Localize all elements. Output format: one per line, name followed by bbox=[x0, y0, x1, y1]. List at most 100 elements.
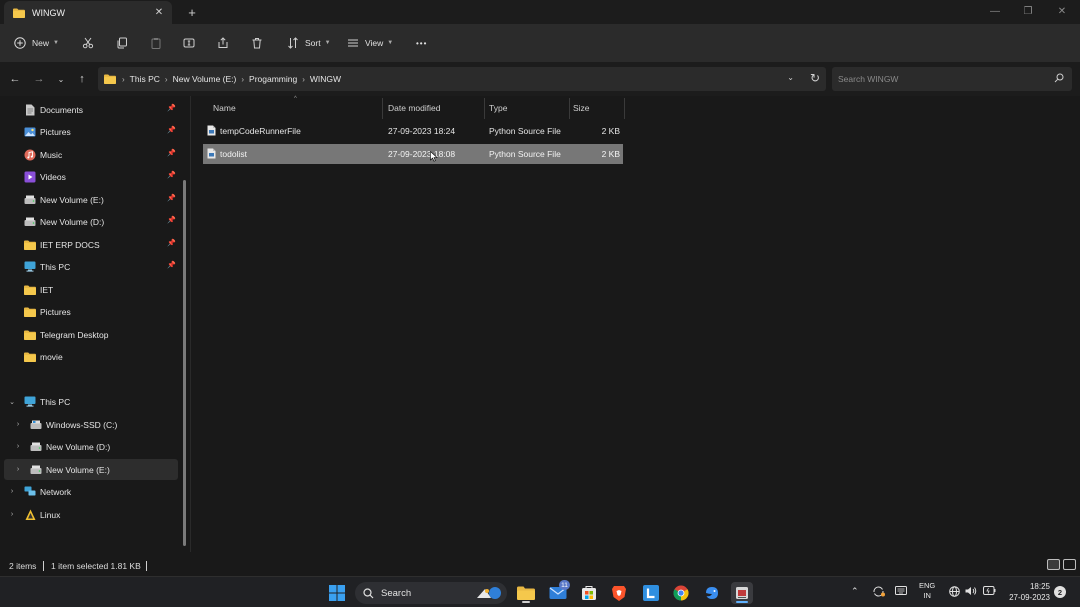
sidebar-item-iet-erp-docs[interactable]: IET ERP DOCS 📌 bbox=[4, 234, 178, 255]
file-row-tempcoderunnerfile[interactable]: tempCodeRunnerFile 27-09-2023 18:24 Pyth… bbox=[203, 121, 623, 141]
sidebar-item-new-volume-d-tree[interactable]: › New Volume (D:) bbox=[4, 436, 178, 457]
sidebar-item-linux[interactable]: › Linux bbox=[4, 504, 178, 525]
taskbar-active-app[interactable] bbox=[731, 582, 753, 604]
close-button[interactable]: ✕ bbox=[1047, 3, 1077, 19]
breadcrumb-progamming[interactable]: Progamming bbox=[249, 74, 297, 84]
taskbar-brave[interactable] bbox=[608, 582, 630, 604]
chevron-right-icon[interactable]: › bbox=[165, 75, 168, 84]
sidebar-item-new-volume-e[interactable]: New Volume (E:) 📌 bbox=[4, 189, 178, 210]
share-button[interactable] bbox=[217, 34, 229, 52]
sidebar-item-pictures[interactable]: Pictures 📌 bbox=[4, 121, 178, 142]
file-row-todolist[interactable]: todolist 27-09-2023 18:08 Python Source … bbox=[203, 144, 623, 164]
column-header-type[interactable]: Type bbox=[489, 103, 507, 113]
volume-icon[interactable] bbox=[965, 586, 977, 596]
sort-button[interactable]: Sort ▼ bbox=[287, 34, 331, 52]
forward-button[interactable]: → bbox=[31, 71, 47, 87]
search-input[interactable] bbox=[838, 74, 1038, 84]
taskbar-chrome[interactable] bbox=[670, 582, 692, 604]
battery-icon[interactable] bbox=[983, 586, 996, 595]
sidebar-item-network[interactable]: › Network bbox=[4, 481, 178, 502]
sidebar-item-label: This PC bbox=[40, 396, 71, 407]
sidebar-item-new-volume-d[interactable]: New Volume (D:) 📌 bbox=[4, 211, 178, 232]
breadcrumb-new-volume-e[interactable]: New Volume (E:) bbox=[173, 74, 237, 84]
start-button[interactable] bbox=[326, 582, 348, 604]
column-divider[interactable] bbox=[624, 98, 625, 119]
delete-button[interactable] bbox=[251, 34, 263, 52]
notification-badge[interactable]: 2 bbox=[1054, 586, 1066, 598]
breadcrumb-wingw[interactable]: WINGW bbox=[310, 74, 341, 84]
status-bar: 2 items 1 item selected 1.81 KB bbox=[0, 552, 1080, 576]
sidebar-item-this-pc[interactable]: ⌄ This PC bbox=[4, 391, 178, 412]
taskbar-blue-bird-app[interactable] bbox=[701, 582, 723, 604]
column-divider[interactable] bbox=[569, 98, 570, 119]
view-button[interactable]: View ▼ bbox=[347, 34, 393, 52]
minimize-button[interactable]: — bbox=[980, 3, 1010, 19]
taskbar-mail[interactable]: 11 bbox=[547, 580, 570, 604]
sidebar-item-new-volume-e-tree[interactable]: › New Volume (E:) bbox=[4, 459, 178, 480]
sidebar-item-pictures-folder[interactable]: Pictures bbox=[4, 301, 178, 322]
address-bar[interactable]: › This PC › New Volume (E:) › Progamming… bbox=[98, 67, 826, 91]
sidebar-item-videos[interactable]: Videos 📌 bbox=[4, 166, 178, 187]
sidebar-item-music[interactable]: Music 📌 bbox=[4, 144, 178, 165]
chevron-right-icon[interactable]: › bbox=[12, 421, 24, 428]
taskbar-search[interactable]: Search bbox=[355, 582, 507, 604]
taskbar-store[interactable] bbox=[578, 582, 600, 604]
taskbar-file-explorer[interactable] bbox=[515, 582, 537, 604]
column-header-name[interactable]: Name bbox=[213, 103, 236, 113]
column-divider[interactable] bbox=[484, 98, 485, 119]
sidebar-item-iet[interactable]: IET bbox=[4, 279, 178, 300]
file-type: Python Source File bbox=[489, 149, 561, 159]
copy-button[interactable] bbox=[116, 34, 128, 52]
folder-icon bbox=[24, 306, 36, 318]
column-header-date-modified[interactable]: Date modified bbox=[388, 103, 440, 113]
tab-close-icon[interactable]: ✕ bbox=[152, 5, 166, 19]
chevron-right-icon[interactable]: › bbox=[241, 75, 244, 84]
new-tab-button[interactable]: + bbox=[184, 4, 200, 20]
sidebar-item-movie[interactable]: movie bbox=[4, 346, 178, 367]
address-row: ← → ⌄ ↑ › This PC › New Volume (E:) › Pr… bbox=[0, 62, 1080, 96]
show-hidden-icons-icon[interactable]: ⌃ bbox=[851, 586, 859, 597]
refresh-icon[interactable]: ↻ bbox=[810, 71, 820, 85]
large-icons-view-button[interactable] bbox=[1063, 559, 1076, 570]
keyboard-icon[interactable] bbox=[895, 586, 907, 595]
new-button[interactable]: New ▼ bbox=[14, 34, 59, 52]
pictures-icon bbox=[24, 126, 36, 138]
column-header-size[interactable]: Size bbox=[573, 103, 590, 113]
paste-button[interactable] bbox=[150, 34, 162, 52]
chevron-down-icon[interactable]: ⌄ bbox=[6, 398, 18, 406]
cut-button[interactable] bbox=[82, 34, 94, 52]
chevron-right-icon[interactable]: › bbox=[302, 75, 305, 84]
sidebar-item-telegram-desktop[interactable]: Telegram Desktop bbox=[4, 324, 178, 345]
chevron-right-icon[interactable]: › bbox=[12, 443, 24, 450]
tab-wingw[interactable]: WINGW ✕ bbox=[4, 1, 172, 24]
network-globe-icon[interactable] bbox=[949, 586, 960, 597]
chevron-right-icon[interactable]: › bbox=[6, 488, 18, 495]
sidebar-item-documents[interactable]: Documents 📌 bbox=[4, 99, 178, 120]
column-divider[interactable] bbox=[382, 98, 383, 119]
rename-button[interactable] bbox=[183, 34, 195, 52]
chevron-right-icon[interactable]: › bbox=[12, 466, 24, 473]
details-view-button[interactable] bbox=[1047, 559, 1060, 570]
breadcrumb-this-pc[interactable]: This PC bbox=[130, 74, 160, 84]
sidebar-item-windows-ssd-c[interactable]: › Windows-SSD (C:) bbox=[4, 414, 178, 435]
sidebar-item-this-pc-pinned[interactable]: This PC 📌 bbox=[4, 256, 178, 277]
videos-icon bbox=[24, 171, 36, 183]
maximize-button[interactable]: ❐ bbox=[1013, 3, 1043, 19]
up-button[interactable]: ↑ bbox=[74, 71, 90, 87]
sync-status-icon[interactable] bbox=[872, 586, 885, 597]
view-list-icon bbox=[347, 37, 359, 49]
pane-divider[interactable] bbox=[190, 96, 191, 552]
recent-locations-button[interactable]: ⌄ bbox=[53, 71, 69, 87]
chevron-right-icon[interactable]: › bbox=[6, 511, 18, 518]
more-options-button[interactable]: ••• bbox=[416, 34, 427, 52]
sidebar-scrollbar[interactable] bbox=[183, 180, 186, 546]
view-label: View bbox=[365, 38, 384, 48]
address-dropdown-icon[interactable]: ⌄ bbox=[787, 73, 794, 82]
language-indicator[interactable]: ENG IN bbox=[919, 581, 935, 601]
sidebar-item-label: Videos bbox=[40, 171, 66, 182]
search-box[interactable] bbox=[832, 67, 1072, 91]
store-icon bbox=[581, 585, 597, 601]
system-clock[interactable]: 18:25 27-09-2023 bbox=[1009, 581, 1050, 603]
back-button[interactable]: ← bbox=[7, 71, 23, 87]
taskbar-letter-l-app[interactable] bbox=[640, 582, 662, 604]
